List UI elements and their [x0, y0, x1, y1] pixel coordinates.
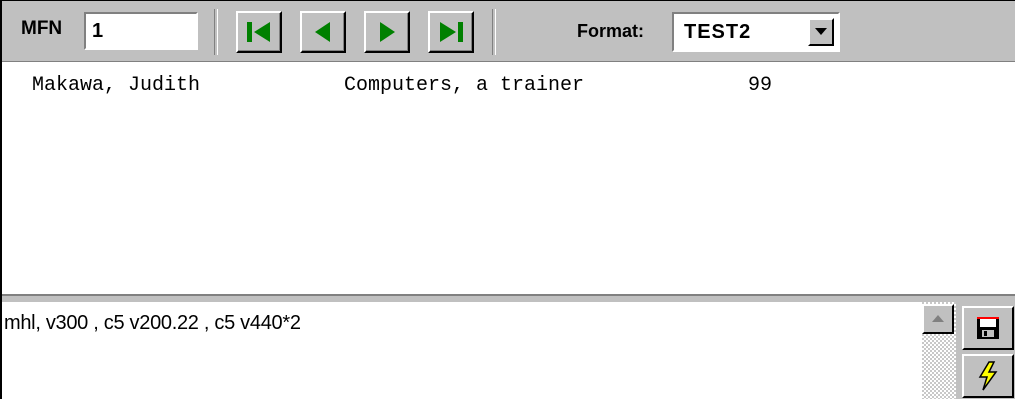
first-record-button[interactable] — [236, 11, 282, 53]
side-toolbar — [956, 302, 1015, 399]
record-display: Makawa, Judith Computers, a trainer 99 — [2, 62, 1015, 294]
application-window: MFN Format: TEST — [0, 0, 1015, 399]
last-record-icon — [440, 22, 463, 42]
mfn-label: MFN — [21, 18, 63, 39]
next-record-icon — [380, 22, 395, 42]
first-record-icon — [247, 22, 270, 42]
save-button[interactable] — [962, 306, 1014, 350]
format-label: Format: — [577, 21, 644, 41]
editor-scrollbar[interactable] — [922, 302, 956, 399]
format-value: TEST2 — [684, 21, 752, 43]
arrow-up-icon — [932, 315, 944, 322]
execute-button[interactable] — [962, 354, 1014, 398]
record-author: Makawa, Judith — [32, 74, 201, 97]
scroll-up-button[interactable] — [922, 304, 954, 334]
previous-record-icon — [315, 22, 330, 42]
toolbar: MFN Format: TEST — [2, 0, 1015, 62]
record-number: 99 — [748, 74, 773, 97]
save-icon — [977, 317, 999, 339]
format-editor-text: mhl, v300 , c5 v200.22 , c5 v440*2 — [4, 312, 301, 334]
next-record-button[interactable] — [364, 11, 410, 53]
previous-record-button[interactable] — [300, 11, 346, 53]
pane-splitter[interactable] — [2, 294, 1015, 302]
chevron-down-icon — [815, 28, 827, 35]
record-title: Computers, a trainer — [344, 74, 585, 97]
last-record-button[interactable] — [428, 11, 474, 53]
format-editor[interactable]: mhl, v300 , c5 v200.22 , c5 v440*2 — [2, 302, 922, 399]
mfn-input[interactable] — [84, 12, 198, 50]
format-dropdown-button[interactable] — [808, 18, 834, 46]
lightning-icon — [978, 361, 998, 391]
format-select[interactable]: TEST2 — [672, 12, 840, 52]
record-line: Makawa, Judith Computers, a trainer 99 — [32, 74, 772, 189]
toolbar-separator — [214, 9, 218, 55]
toolbar-separator — [492, 9, 496, 55]
